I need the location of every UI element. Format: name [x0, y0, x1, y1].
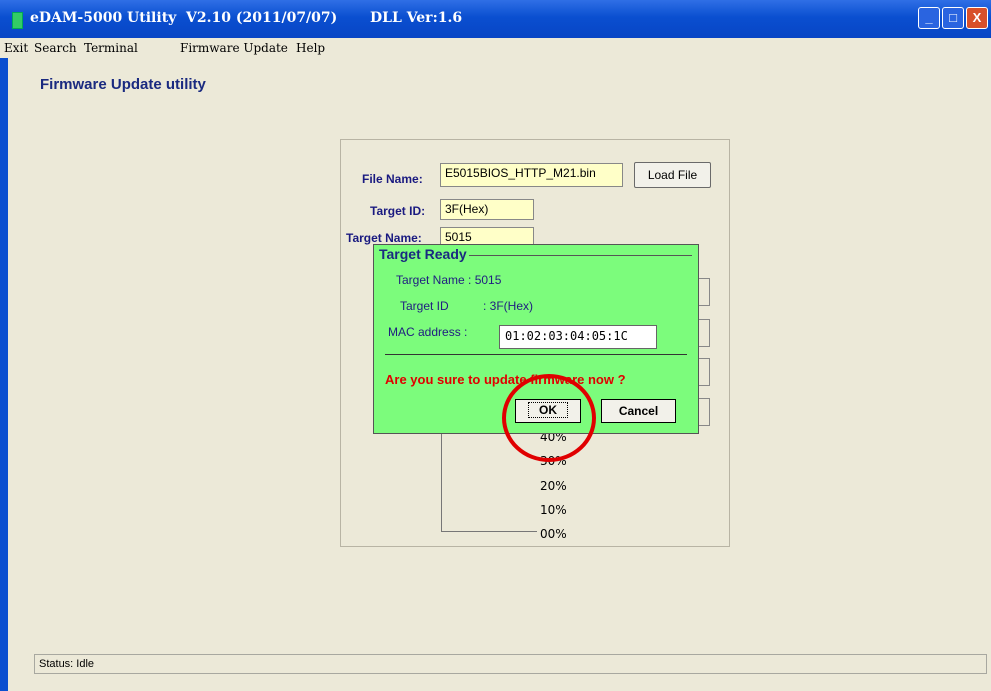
menu-bar: Exit Search Terminal Firmware Update Hel… [0, 38, 991, 58]
menu-help[interactable]: Help [296, 41, 325, 55]
progress-tick-00: 00% [540, 527, 567, 541]
dialog-target-name: Target Name : 5015 [396, 273, 502, 287]
confirm-message: Are you sure to update firmware now ? [385, 372, 626, 387]
title-bar[interactable]: eDAM-5000 Utility V2.10 (2011/07/07) DLL… [0, 0, 991, 38]
menu-terminal[interactable]: Terminal [84, 41, 138, 55]
progress-tick-10: 10% [540, 503, 567, 517]
target-id-label: Target ID: [370, 204, 426, 218]
progress-tick-20: 20% [540, 479, 567, 493]
menu-search[interactable]: Search [34, 41, 77, 55]
file-name-label: File Name: [362, 172, 423, 186]
menu-firmware-update[interactable]: Firmware Update [180, 41, 288, 55]
dialog-separator [385, 354, 687, 355]
dialog-mac-label: MAC address : [388, 325, 468, 339]
app-window: eDAM-5000 Utility V2.10 (2011/07/07) DLL… [0, 0, 991, 691]
menu-exit[interactable]: Exit [4, 41, 28, 55]
status-bar: Status: Idle [34, 654, 987, 674]
window-left-frame [0, 58, 8, 691]
load-file-button[interactable]: Load File [634, 162, 711, 188]
cancel-button[interactable]: Cancel [601, 399, 676, 423]
minimize-button[interactable]: _ [918, 7, 940, 29]
dialog-title: Target Ready [377, 246, 469, 262]
app-icon [12, 12, 23, 29]
dialog-title-line [464, 255, 692, 256]
dialog-target-id-label: Target ID [400, 299, 449, 313]
dialog-target-id-value: : 3F(Hex) [483, 299, 534, 313]
close-button[interactable]: X [966, 7, 988, 29]
target-name-label: Target Name: [346, 231, 422, 245]
file-name-field[interactable]: E5015BIOS_HTTP_M21.bin [440, 163, 623, 187]
highlight-circle [502, 374, 596, 462]
target-id-field[interactable]: 3F(Hex) [440, 199, 534, 220]
mac-address-field[interactable]: 01:02:03:04:05:1C [499, 325, 657, 349]
maximize-button[interactable]: □ [942, 7, 964, 29]
window-title: eDAM-5000 Utility V2.10 (2011/07/07) [30, 10, 338, 26]
page-title: Firmware Update utility [40, 76, 206, 93]
dll-version: DLL Ver:1.6 [370, 10, 463, 26]
